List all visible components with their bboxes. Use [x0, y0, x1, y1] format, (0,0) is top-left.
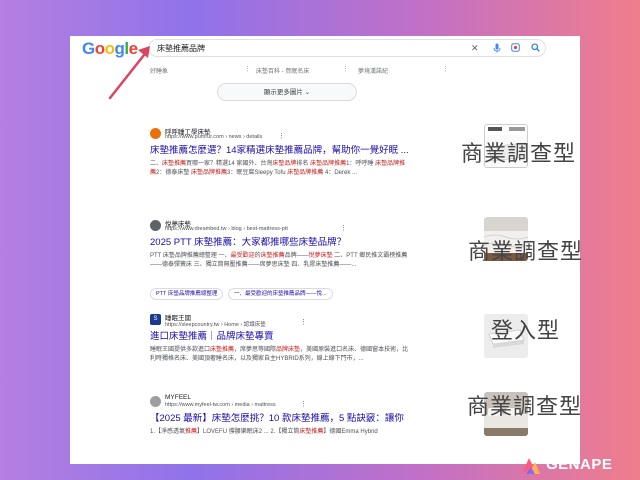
snippet-text: 4：Derek ... [323, 169, 357, 176]
category-label: 商業調查型 [467, 394, 583, 419]
category-label: 商業調查型 [461, 141, 577, 166]
sitelink-chip[interactable]: 一、最受歡迎的床墊推薦品牌——悅... [228, 288, 333, 300]
result-title[interactable]: 進口床墊推薦｜品牌床墊專賣 [150, 331, 410, 343]
more-options-icon[interactable]: ⋮ [342, 65, 349, 73]
snippet-text: 3：眠豆腐Sleepy Tofu [227, 169, 288, 176]
site-url: https://www.dreambed.tw › blog › best-ma… [165, 226, 288, 232]
result-snippet: PTT 床墊品牌推薦總整理 一、最受歡迎的床墊推薦品牌——悅夢床墊 二、PTT … [150, 252, 410, 269]
favicon-icon [150, 396, 161, 407]
chevron-down-icon: ⌄ [304, 89, 311, 96]
brand-mark-icon [522, 458, 540, 474]
image-label[interactable]: 夢境漢諾紀 [358, 66, 388, 75]
image-label[interactable]: 床墊百科 - 買眠名床 [256, 66, 309, 75]
result-title[interactable]: 床墊推薦怎麼選？14家精選床墊推薦品牌，幫助你一覺好眠 ... [150, 145, 410, 157]
mic-icon[interactable] [493, 43, 501, 55]
logo-letter: G [82, 39, 95, 58]
snippet-text: 排名 [296, 161, 311, 167]
snippet-text: 品牌—— [284, 253, 309, 259]
favicon-icon: S [150, 314, 161, 325]
snippet-text: 睡眠王國提供多款進口 [150, 347, 211, 353]
search-input[interactable]: 床墊推薦品牌 ✕ [148, 39, 546, 57]
more-options-icon[interactable]: ⋮ [278, 132, 285, 140]
more-options-icon[interactable]: ⋮ [244, 65, 251, 73]
snippet-text: 】LOVEFU 撐腰樂眠床2 ... 2.【獨立筒 [197, 429, 300, 435]
close-icon[interactable]: ✕ [471, 43, 479, 53]
snippet-text: 買哪一家？精選14 家國外、台灣 [186, 161, 273, 167]
result-source[interactable]: S 睡眠王國 https://sleepcountry.tw › Home › … [150, 312, 410, 328]
more-options-icon[interactable]: ⋮ [442, 65, 449, 73]
annotation-arrow [108, 46, 150, 100]
result-source[interactable]: 悅夢床墊 https://www.dreambed.tw › blog › be… [150, 218, 410, 234]
more-options-icon[interactable]: ⋮ [300, 318, 307, 326]
search-icon[interactable] [531, 43, 540, 54]
highlighted-keyword: 悅夢床墊 [308, 253, 333, 259]
snippet-text: 1：呼呼睡 [346, 161, 376, 167]
site-name: MYFEEL [165, 394, 192, 401]
show-more-label: 顯示更多圖片 [263, 89, 303, 96]
result-source[interactable]: 呼呼睡工學床墊 https://www.pumrur.com › news › … [150, 126, 410, 142]
highlighted-keyword: 床墊推薦 [210, 347, 235, 353]
lens-icon[interactable] [511, 43, 520, 54]
snippet-text: 2：德泰床墊 [156, 169, 192, 176]
more-options-icon[interactable]: ⋮ [340, 224, 347, 232]
search-result: 悅夢床墊 https://www.dreambed.tw › blog › be… [150, 218, 410, 269]
category-label: 商業調查型 [468, 239, 584, 264]
highlighted-keyword: 床墊品牌推薦 [287, 169, 324, 176]
highlighted-keyword: 床墊推薦 [260, 253, 285, 259]
favicon-icon [150, 220, 161, 231]
highlighted-keyword: 床墊品牌 [272, 161, 297, 167]
highlighted-keyword: 床墊品牌推薦 [191, 169, 228, 176]
result-snippet: 1.【淨感透氣推薦】LOVEFU 撐腰樂眠床2 ... 2.【獨立筒床墊推薦】德… [150, 428, 410, 437]
result-title[interactable]: 2025 PTT 床墊推薦：大家都推哪些床墊品牌？ [150, 237, 410, 249]
site-url: https://www.pumrur.com › news › details [165, 134, 263, 140]
result-source[interactable]: MYFEEL https://www.myfeel-tw.com › media… [150, 394, 410, 410]
highlighted-keyword: 床墊品牌推薦 [310, 161, 347, 167]
result-snippet: 睡眠王國提供多款進口床墊推薦，席夢思等國際品牌床墊，美國原裝進口名床、德國窗本技… [150, 346, 410, 363]
snippet-text: 】德國Emma Hybrid [323, 429, 378, 435]
search-result: S 睡眠王國 https://sleepcountry.tw › Home › … [150, 312, 410, 363]
show-more-images-button[interactable]: 顯示更多圖片 ⌄ [217, 83, 357, 101]
site-url: https://www.myfeel-tw.com › media › matt… [165, 402, 276, 408]
highlighted-keyword: 品牌床墊 [276, 347, 301, 353]
search-query[interactable]: 床墊推薦品牌 [157, 43, 205, 54]
sitelink-chip[interactable]: PTT 床墊品牌推薦總整理 [150, 288, 224, 300]
highlighted-keyword: 最受歡迎 [230, 253, 255, 259]
result-title[interactable]: 【2025 最新】床墊怎麼挑？10 款床墊推薦，5 點訣竅：讓你「沾 ... [150, 413, 410, 425]
result-snippet: 二、床墊推薦買哪一家？精選14 家國外、台灣床墊品牌排名 床墊品牌推薦1：呼呼睡… [150, 160, 410, 177]
snippet-text: ，席夢思等國際 [234, 347, 277, 353]
highlighted-keyword: 床墊推薦 [299, 429, 324, 435]
favicon-icon [150, 128, 161, 139]
site-url: https://sleepcountry.tw › Home › 認識床墊 [165, 322, 266, 328]
highlighted-keyword: 推薦 [185, 429, 198, 435]
more-options-icon[interactable]: ⋮ [300, 400, 307, 408]
highlighted-keyword: 床墊推薦 [162, 161, 187, 167]
category-label: 登入型 [491, 318, 561, 343]
snippet-text: PTT 床墊品牌推薦總整理 一、 [150, 253, 231, 259]
search-result: MYFEEL https://www.myfeel-tw.com › media… [150, 394, 410, 437]
search-result: 呼呼睡工學床墊 https://www.pumrur.com › news › … [150, 126, 410, 177]
snippet-text: 1.【淨感透氣 [150, 429, 186, 435]
brand-name: GENAPE [546, 456, 613, 473]
snippet-text: 二、 [150, 161, 163, 167]
